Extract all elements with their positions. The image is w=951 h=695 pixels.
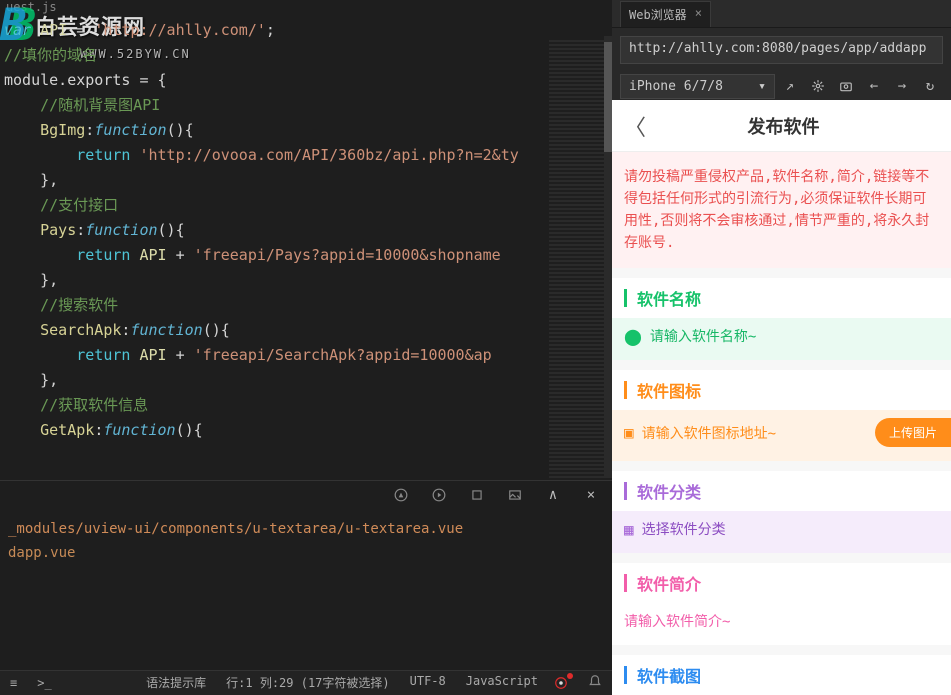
console-toolbar: ∧ ⨯: [0, 481, 612, 509]
console-line: dapp.vue: [8, 541, 604, 565]
browser-tabbar: Web浏览器 ×: [612, 0, 951, 28]
close-icon[interactable]: ⨯: [578, 484, 604, 506]
back-icon[interactable]: ←: [861, 75, 887, 97]
section-title: 软件简介: [612, 563, 951, 603]
section-title: 软件截图: [612, 655, 951, 695]
browser-tools: iPhone 6/7/8 ▾ ↗ ← → ↻: [620, 72, 943, 100]
compass-icon[interactable]: [388, 484, 414, 506]
app-header: 〈 发布软件: [612, 100, 951, 152]
warning-notice: 请勿投稿严重侵权产品,软件名称,简介,链接等不得包括任何形式的引流行为,必须保证…: [612, 152, 951, 268]
section-category: 软件分类 ▦ 选择软件分类: [612, 471, 951, 553]
editor-file-tab[interactable]: uest.js: [0, 0, 612, 18]
forward-icon[interactable]: →: [889, 75, 915, 97]
code-editor[interactable]: var API = 'http://ahlly.com/'; //填你的域名 m…: [0, 18, 612, 478]
android-icon: ⬤: [624, 327, 642, 346]
browser-tab[interactable]: Web浏览器 ×: [620, 1, 711, 27]
section-desc: 软件简介 请输入软件简介~: [612, 563, 951, 645]
image-icon: ▣: [624, 423, 634, 442]
collapse-icon[interactable]: ∧: [540, 484, 566, 506]
browser-tab-label: Web浏览器: [629, 6, 687, 23]
app-preview: 〈 发布软件 请勿投稿严重侵权产品,软件名称,简介,链接等不得包括任何形式的引流…: [612, 100, 951, 695]
refresh-icon[interactable]: ↻: [917, 75, 943, 97]
category-select[interactable]: ▦ 选择软件分类: [612, 511, 951, 553]
editor-pane: uest.js BB 白芸资源网 WWW.52BYW.CN var API = …: [0, 0, 612, 670]
notification-icon[interactable]: [554, 674, 572, 692]
play-icon[interactable]: [426, 484, 452, 506]
gear-icon[interactable]: [805, 75, 831, 97]
chevron-down-icon: ▾: [758, 79, 766, 94]
console-line: _modules/uview-ui/components/u-textarea/…: [8, 517, 604, 541]
status-bar: ≡ >_ 语法提示库 行:1 列:29 (17字符被选择) UTF-8 Java…: [0, 670, 612, 695]
desc-input[interactable]: 请输入软件简介~: [612, 603, 951, 645]
console-panel: ∧ ⨯ _modules/uview-ui/components/u-texta…: [0, 480, 612, 670]
bell-icon[interactable]: [578, 674, 612, 692]
vertical-scrollbar[interactable]: [604, 36, 612, 478]
cursor-position[interactable]: 行:1 列:29 (17字符被选择): [216, 674, 399, 692]
page-title: 发布软件: [628, 113, 939, 139]
name-input[interactable]: ⬤ 请输入软件名称~: [612, 318, 951, 360]
section-screenshot: 软件截图: [612, 655, 951, 695]
terminal-icon[interactable]: >_: [27, 676, 61, 690]
minimap[interactable]: [549, 40, 604, 478]
url-input[interactable]: http://ahlly.com:8080/pages/app/addapp: [620, 36, 943, 64]
external-icon[interactable]: ↗: [777, 75, 803, 97]
section-icon: 软件图标 ▣ 请输入软件图标地址~ 上传图片: [612, 370, 951, 461]
device-select[interactable]: iPhone 6/7/8 ▾: [620, 74, 775, 99]
camera-icon[interactable]: [833, 75, 859, 97]
section-name: 软件名称 ⬤ 请输入软件名称~: [612, 278, 951, 360]
stop-icon[interactable]: [464, 484, 490, 506]
section-title: 软件分类: [612, 471, 951, 511]
language-mode[interactable]: JavaScript: [456, 674, 548, 692]
encoding[interactable]: UTF-8: [400, 674, 456, 692]
grid-icon: ▦: [624, 520, 634, 539]
syntax-hint[interactable]: 语法提示库: [136, 674, 216, 692]
browser-pane: Web浏览器 × http://ahlly.com:8080/pages/app…: [612, 0, 951, 695]
image-icon[interactable]: [502, 484, 528, 506]
section-title: 软件图标: [612, 370, 951, 410]
section-title: 软件名称: [612, 278, 951, 318]
close-icon[interactable]: ×: [695, 6, 702, 23]
icon-input[interactable]: ▣ 请输入软件图标地址~ 上传图片: [612, 410, 951, 461]
menu-icon[interactable]: ≡: [0, 676, 27, 690]
upload-button[interactable]: 上传图片: [875, 418, 951, 447]
console-output[interactable]: _modules/uview-ui/components/u-textarea/…: [0, 509, 612, 573]
